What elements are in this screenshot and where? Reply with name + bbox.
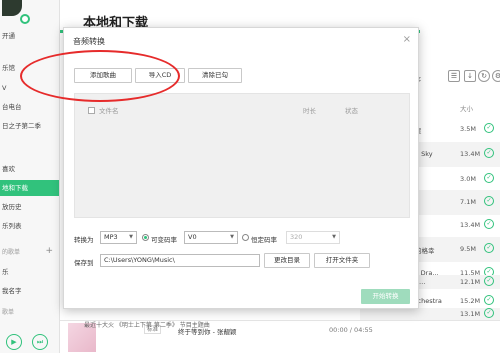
sidebar-item-radio[interactable]: 台电台 — [0, 99, 59, 115]
sidebar-item-favorites[interactable]: 喜欢 — [0, 161, 59, 177]
cbr-select[interactable]: 320 ▼ — [286, 231, 340, 244]
song-size: 9.5M — [460, 245, 476, 253]
downloaded-check-icon: ✓ — [484, 148, 494, 158]
clear-checked-button[interactable]: 清除已勾 — [188, 68, 242, 83]
download-icon[interactable]: ↓ — [464, 70, 476, 82]
vbr-select[interactable]: V0 ▼ — [184, 231, 238, 244]
downloaded-check-icon: ✓ — [484, 276, 494, 286]
save-path-input[interactable]: C:\Users\YONG\Music\ — [100, 254, 260, 267]
chevron-down-icon: ▼ — [230, 234, 234, 240]
column-status: 状态 — [345, 107, 358, 115]
change-directory-button[interactable]: 更改目录 — [264, 253, 310, 268]
format-value: MP3 — [104, 233, 118, 241]
left-sidebar: 开通 乐馆 V 台电台 日之子第二季 喜欢 地和下载 放历史 乐列表 的歌单 +… — [0, 0, 60, 353]
sidebar-item-playlist-2[interactable]: 我名字 — [0, 283, 59, 299]
play-icon[interactable]: ▶ — [6, 334, 22, 350]
scrolling-lyric-text: 最近十大火 《明士上下第 第二季》 节目主题曲 — [84, 322, 210, 329]
downloaded-check-icon: ✓ — [484, 295, 494, 305]
vbr-label: 可变码率 — [151, 236, 177, 244]
size-column-header[interactable]: 大小 — [460, 103, 473, 113]
song-size: 3.5M — [460, 125, 476, 133]
vip-badge-icon — [20, 14, 30, 24]
downloaded-check-icon: ✓ — [484, 173, 494, 183]
list-view-icon[interactable]: ☰ — [448, 70, 460, 82]
song-title: rchestra — [415, 297, 442, 305]
add-playlist-icon[interactable]: + — [45, 246, 53, 256]
avatar[interactable] — [2, 0, 22, 16]
import-cd-button[interactable]: 导入CD — [135, 68, 185, 83]
chevron-down-icon: ▼ — [129, 234, 133, 240]
cbr-radio[interactable] — [242, 234, 249, 241]
start-convert-button[interactable]: 开始转换 — [361, 289, 410, 304]
downloaded-check-icon: ✓ — [484, 219, 494, 229]
song-size: 13.1M — [460, 310, 481, 318]
select-all-checkbox[interactable] — [88, 107, 95, 114]
cbr-value: 320 — [290, 233, 303, 241]
save-to-label: 保存到 — [74, 259, 94, 267]
song-row[interactable]: 13.1M ✓ — [360, 308, 500, 320]
song-size: 7.1M — [460, 198, 476, 206]
downloaded-check-icon: ✓ — [484, 196, 494, 206]
sidebar-item-local-downloads[interactable]: 地和下载 — [0, 180, 59, 196]
open-folder-button[interactable]: 打开文件夹 — [314, 253, 370, 268]
next-icon[interactable]: ⏭ — [32, 334, 48, 350]
close-icon[interactable]: × — [403, 34, 411, 45]
sidebar-item-show[interactable]: 日之子第二季 — [0, 118, 59, 134]
downloaded-check-icon: ✓ — [484, 123, 494, 133]
chevron-down-icon: ▼ — [332, 234, 336, 240]
format-select[interactable]: MP3 ▼ — [100, 231, 137, 244]
add-song-button[interactable]: 添加歌曲 — [74, 68, 132, 83]
refresh-icon[interactable]: ↻ — [478, 70, 490, 82]
sidebar-item-playlist[interactable]: 乐列表 — [0, 218, 59, 234]
sidebar-item-mv[interactable]: V — [0, 80, 59, 96]
downloaded-check-icon: ✓ — [484, 243, 494, 253]
convert-to-label: 转换为 — [74, 236, 94, 244]
vbr-value: V0 — [188, 233, 197, 241]
playback-time: 00:00 / 04:55 — [329, 326, 373, 334]
song-size: 13.4M — [460, 150, 481, 158]
cbr-label: 恒定码率 — [251, 236, 277, 244]
song-size: 15.2M — [460, 297, 481, 305]
settings-icon[interactable]: ⚙ — [492, 70, 500, 82]
column-duration: 时长 — [303, 107, 316, 115]
dialog-title: 音频转换 — [73, 37, 105, 46]
sidebar-item-music-hall[interactable]: 乐馆 — [0, 60, 59, 76]
audio-convert-dialog: 音频转换 × 添加歌曲 导入CD 清除已勾 文件名 时长 状态 转换为 MP3 ▼… — [63, 27, 419, 309]
vip-link[interactable]: 开通 — [0, 28, 59, 44]
sidebar-section-playlists: 歌单 — [2, 309, 15, 316]
song-size: 12.1M — [460, 278, 481, 286]
sidebar-item-history[interactable]: 放历史 — [0, 199, 59, 215]
sidebar-item-playlist-1[interactable]: 乐 — [0, 264, 59, 280]
column-filename: 文件名 — [99, 107, 119, 115]
song-size: 3.0M — [460, 175, 476, 183]
downloaded-check-icon: ✓ — [484, 308, 494, 318]
song-size: 13.4M — [460, 221, 481, 229]
vbr-radio[interactable] — [142, 234, 149, 241]
file-list[interactable]: 文件名 时长 状态 — [74, 93, 410, 218]
